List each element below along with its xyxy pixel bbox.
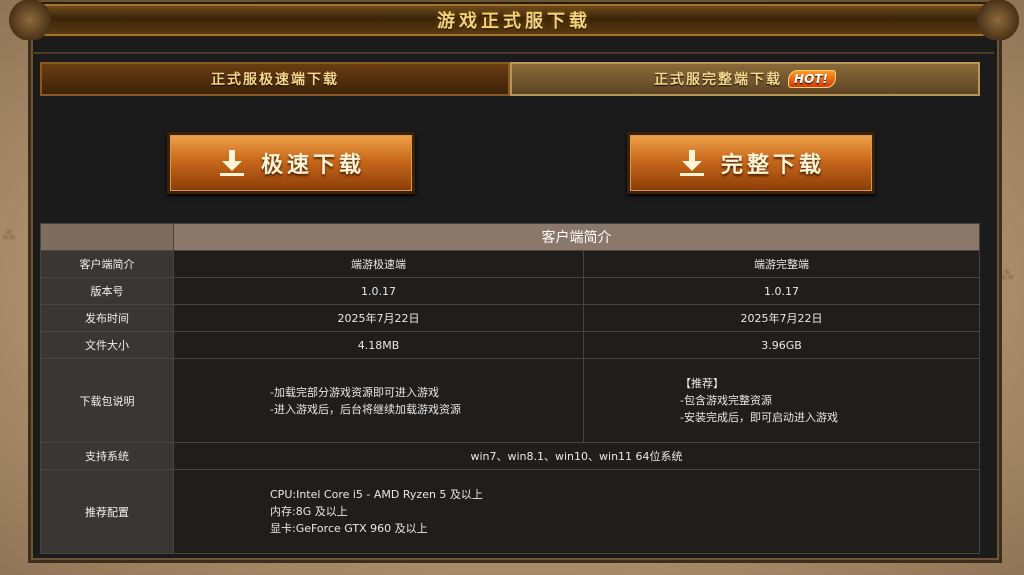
row-label: 客户端简介 bbox=[40, 250, 174, 278]
spec-line: CPU:Intel Core i5 - AMD Ryzen 5 及以上 bbox=[270, 488, 483, 501]
cell-value: 端游极速端 bbox=[173, 250, 584, 278]
cell-value: CPU:Intel Core i5 - AMD Ryzen 5 及以上 内存:8… bbox=[173, 469, 980, 554]
cell-value: 端游完整端 bbox=[583, 250, 980, 278]
button-label: 完整下载 bbox=[720, 152, 825, 178]
table-row: 下载包说明 -加载完部分游戏资源即可进入游戏 -进入游戏后，后台将继续加载游戏资… bbox=[40, 358, 980, 443]
cell-value: 1.0.17 bbox=[173, 277, 584, 305]
cell-value: 【推荐】 -包含游戏完整资源 -安装完成后，即可启动进入游戏 bbox=[583, 358, 980, 443]
row-label: 文件大小 bbox=[40, 331, 174, 359]
section-title: 客户端简介 bbox=[173, 223, 980, 251]
table-row: 推荐配置 CPU:Intel Core i5 - AMD Ryzen 5 及以上… bbox=[40, 469, 980, 554]
download-arrow-icon bbox=[679, 150, 704, 176]
cell-value: 3.96GB bbox=[583, 331, 980, 359]
cell-value: 4.18MB bbox=[173, 331, 584, 359]
table-row: 客户端简介 端游极速端 端游完整端 bbox=[40, 250, 980, 278]
table-row: 发布时间 2025年7月22日 2025年7月22日 bbox=[40, 304, 980, 332]
ornament-corner-icon bbox=[970, 0, 1024, 40]
title-banner: 游戏正式服下载 bbox=[2, 0, 1024, 40]
page-title: 游戏正式服下载 bbox=[437, 11, 591, 32]
row-label: 支持系统 bbox=[40, 442, 174, 470]
header-blank-cell bbox=[40, 223, 174, 251]
desc-line: 【推荐】 bbox=[680, 377, 724, 390]
button-label: 极速下载 bbox=[260, 152, 365, 178]
row-label: 下载包说明 bbox=[40, 358, 174, 443]
row-label: 版本号 bbox=[40, 277, 174, 305]
cell-value: 2025年7月22日 bbox=[583, 304, 980, 332]
map-background-decoration: ⁂ bbox=[2, 228, 16, 244]
desc-line: -安装完成后，即可启动进入游戏 bbox=[680, 411, 838, 424]
map-background-decoration: ⁂ bbox=[1000, 268, 1014, 284]
cell-value: 1.0.17 bbox=[583, 277, 980, 305]
tab-label: 正式服极速端下载 bbox=[211, 72, 339, 88]
hot-badge: HOT! bbox=[788, 70, 836, 88]
ornament-corner-icon bbox=[2, 0, 58, 40]
table-row: 版本号 1.0.17 1.0.17 bbox=[40, 277, 980, 305]
spec-line: 显卡:GeForce GTX 960 及以上 bbox=[270, 522, 428, 535]
tab-fast-client[interactable]: 正式服极速端下载 bbox=[40, 62, 510, 96]
row-label: 发布时间 bbox=[40, 304, 174, 332]
cell-value: win7、win8.1、win10、win11 64位系统 bbox=[173, 442, 980, 470]
table-row: 支持系统 win7、win8.1、win10、win11 64位系统 bbox=[40, 442, 980, 470]
tab-full-client[interactable]: 正式服完整端下载 HOT! bbox=[510, 62, 980, 96]
desc-line: -进入游戏后，后台将继续加载游戏资源 bbox=[270, 402, 461, 416]
desc-line: -包含游戏完整资源 bbox=[680, 394, 772, 407]
row-label: 推荐配置 bbox=[40, 469, 174, 554]
cell-value: 2025年7月22日 bbox=[173, 304, 584, 332]
spec-line: 内存:8G 及以上 bbox=[270, 505, 348, 518]
full-download-button[interactable]: 完整下载 bbox=[627, 132, 875, 194]
divider bbox=[32, 52, 994, 54]
cell-value: -加载完部分游戏资源即可进入游戏 -进入游戏后，后台将继续加载游戏资源 bbox=[173, 358, 584, 443]
client-info-table: 客户端简介 客户端简介 端游极速端 端游完整端 版本号 1.0.17 1.0.1… bbox=[40, 223, 980, 554]
tab-label: 正式服完整端下载 bbox=[654, 72, 783, 88]
desc-line: -加载完部分游戏资源即可进入游戏 bbox=[270, 385, 439, 399]
table-header-row: 客户端简介 bbox=[40, 223, 980, 251]
tab-bar: 正式服极速端下载 正式服完整端下载 HOT! bbox=[40, 62, 980, 96]
fast-download-button[interactable]: 极速下载 bbox=[167, 132, 415, 194]
download-arrow-icon bbox=[219, 150, 244, 176]
table-row: 文件大小 4.18MB 3.96GB bbox=[40, 331, 980, 359]
